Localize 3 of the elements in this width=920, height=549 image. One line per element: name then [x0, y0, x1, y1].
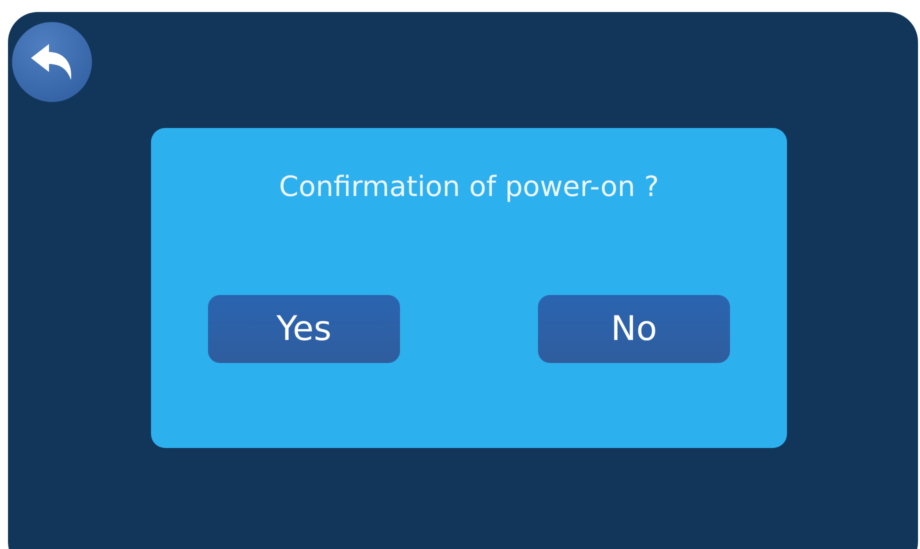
dialog-message: Confirmation of power-on ?	[279, 170, 659, 203]
dialog-button[interactable]: No	[538, 295, 730, 363]
dialog-button[interactable]: Yes	[208, 295, 400, 363]
